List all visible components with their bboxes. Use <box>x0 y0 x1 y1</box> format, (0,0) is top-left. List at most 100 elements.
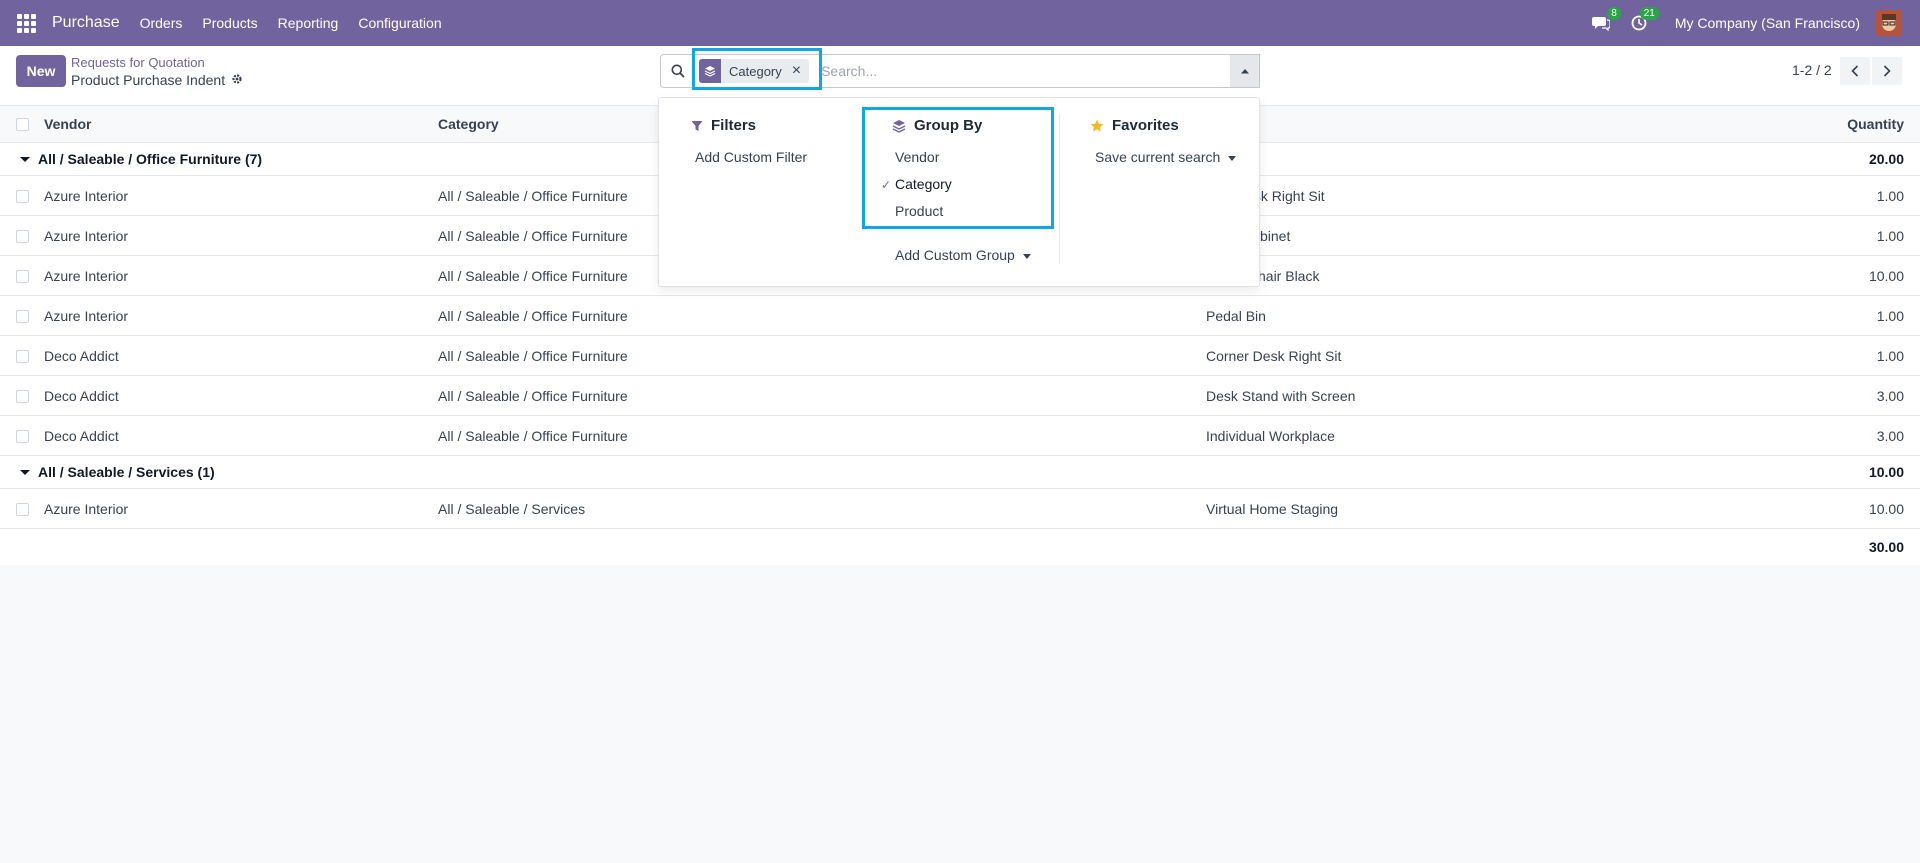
menu-reporting[interactable]: Reporting <box>278 15 339 31</box>
group-total: 20.00 <box>1868 151 1904 167</box>
app-name[interactable]: Purchase <box>52 14 120 32</box>
company-switcher[interactable]: My Company (San Francisco) <box>1675 15 1860 31</box>
search-bar: Category × <box>660 54 1260 88</box>
cell-category: All / Saleable / Office Furniture <box>438 387 628 404</box>
top-navbar: Purchase Orders Products Reporting Confi… <box>0 0 1920 46</box>
row-checkbox[interactable] <box>16 502 29 516</box>
cell-quantity: 10.00 <box>1868 500 1904 517</box>
cell-quantity: 1.00 <box>1876 307 1904 324</box>
search-options-dropdown: Filters Add Custom Filter Group By Vendo… <box>658 97 1260 287</box>
groupby-option-product[interactable]: Product <box>895 203 943 219</box>
row-checkbox[interactable] <box>16 429 29 443</box>
row-checkbox[interactable] <box>16 269 29 283</box>
save-current-search[interactable]: Save current search <box>1095 149 1237 165</box>
row-checkbox[interactable] <box>16 349 29 363</box>
column-vendor[interactable]: Vendor <box>44 116 91 132</box>
activities-icon[interactable]: 21 <box>1627 7 1659 35</box>
group-row[interactable]: All / Saleable / Services (1) 10.00 <box>0 456 1920 489</box>
filter-icon <box>691 120 703 131</box>
save-current-search-label: Save current search <box>1095 149 1221 165</box>
cell-product: Pedal Bin <box>1206 307 1266 324</box>
select-all-checkbox[interactable] <box>16 118 29 131</box>
cell-category: All / Saleable / Office Furniture <box>438 227 628 244</box>
layers-icon <box>699 59 721 83</box>
pager-value[interactable]: 1-2 / 2 <box>1792 62 1832 78</box>
group-total: 10.00 <box>1868 464 1904 480</box>
new-button[interactable]: New <box>16 55 66 87</box>
cell-vendor: Azure Interior <box>44 500 129 517</box>
activities-badge: 21 <box>1639 7 1659 20</box>
menu-products[interactable]: Products <box>202 15 257 31</box>
breadcrumb-current: Product Purchase Indent <box>71 72 243 88</box>
user-avatar[interactable] <box>1876 10 1902 36</box>
row-checkbox[interactable] <box>16 189 29 203</box>
cell-category: All / Saleable / Office Furniture <box>438 187 628 204</box>
add-custom-filter[interactable]: Add Custom Filter <box>695 149 807 165</box>
cell-category: All / Saleable / Office Furniture <box>438 427 628 444</box>
pager-previous-button[interactable] <box>1840 57 1870 85</box>
facet-remove-icon[interactable]: × <box>790 62 809 80</box>
grand-total: 30.00 <box>1868 539 1904 555</box>
cell-quantity: 3.00 <box>1876 427 1904 444</box>
table-row[interactable]: Deco Addict All / Saleable / Office Furn… <box>0 416 1920 456</box>
filters-title-label: Filters <box>711 117 757 134</box>
groupby-title-label: Group By <box>914 117 983 134</box>
cell-category: All / Saleable / Services <box>438 500 586 517</box>
cell-vendor: Azure Interior <box>44 267 129 284</box>
group-label: All / Saleable / Office Furniture (7) <box>38 151 263 167</box>
caret-down-icon <box>20 157 30 162</box>
column-category[interactable]: Category <box>438 116 499 132</box>
add-custom-group-label: Add Custom Group <box>895 247 1015 263</box>
cell-category: All / Saleable / Office Furniture <box>438 267 628 284</box>
row-checkbox[interactable] <box>16 309 29 323</box>
table-row[interactable]: Deco Addict All / Saleable / Office Furn… <box>0 376 1920 416</box>
gear-icon[interactable] <box>231 72 243 88</box>
pager-next-button[interactable] <box>1872 57 1902 85</box>
cell-quantity: 1.00 <box>1876 187 1904 204</box>
menu-configuration[interactable]: Configuration <box>358 15 441 31</box>
apps-menu-icon[interactable] <box>0 0 52 46</box>
cell-quantity: 3.00 <box>1876 387 1904 404</box>
cell-product: hair Black <box>1258 267 1320 284</box>
add-custom-group[interactable]: Add Custom Group <box>895 247 1031 263</box>
star-icon <box>1090 119 1104 131</box>
cell-product: Desk Stand with Screen <box>1206 387 1356 404</box>
layers-icon <box>892 119 906 133</box>
caret-down-icon <box>20 470 30 475</box>
search-facet: Category × <box>699 59 810 83</box>
groupby-option-vendor[interactable]: Vendor <box>895 149 939 165</box>
cell-vendor: Azure Interior <box>44 187 129 204</box>
cell-product: Virtual Home Staging <box>1206 500 1339 517</box>
table-row[interactable]: Deco Addict All / Saleable / Office Furn… <box>0 336 1920 376</box>
facet-label: Category <box>729 63 782 79</box>
filters-title: Filters <box>691 117 756 134</box>
table-row[interactable]: Azure Interior All / Saleable / Services… <box>0 489 1920 529</box>
search-icon[interactable] <box>661 64 695 78</box>
breadcrumb-parent[interactable]: Requests for Quotation <box>71 55 205 70</box>
cell-vendor: Deco Addict <box>44 387 119 404</box>
cell-category: All / Saleable / Office Furniture <box>438 307 628 324</box>
row-checkbox[interactable] <box>16 229 29 243</box>
cell-product: Individual Workplace <box>1206 427 1335 444</box>
table-row[interactable]: Azure Interior All / Saleable / Office F… <box>0 296 1920 336</box>
cell-category: All / Saleable / Office Furniture <box>438 347 628 364</box>
messages-badge: 8 <box>1607 7 1621 20</box>
cell-vendor: Deco Addict <box>44 347 119 364</box>
cell-vendor: Azure Interior <box>44 227 129 244</box>
caret-down-icon <box>1228 155 1237 161</box>
cell-quantity: 10.00 <box>1868 267 1904 284</box>
favorites-title: Favorites <box>1090 117 1179 134</box>
caret-down-icon <box>1022 253 1031 259</box>
column-divider <box>1059 114 1060 264</box>
search-input[interactable] <box>821 63 1259 79</box>
column-quantity[interactable]: Quantity <box>1847 116 1904 132</box>
cell-vendor: Deco Addict <box>44 427 119 444</box>
row-checkbox[interactable] <box>16 389 29 403</box>
breadcrumb-current-label: Product Purchase Indent <box>71 72 226 88</box>
menu-orders[interactable]: Orders <box>140 15 183 31</box>
messages-icon[interactable]: 8 <box>1589 7 1621 35</box>
table-footer: 30.00 <box>0 529 1920 565</box>
search-options-toggle[interactable] <box>1230 54 1260 88</box>
groupby-option-category[interactable]: Category <box>895 176 952 192</box>
cell-quantity: 1.00 <box>1876 227 1904 244</box>
